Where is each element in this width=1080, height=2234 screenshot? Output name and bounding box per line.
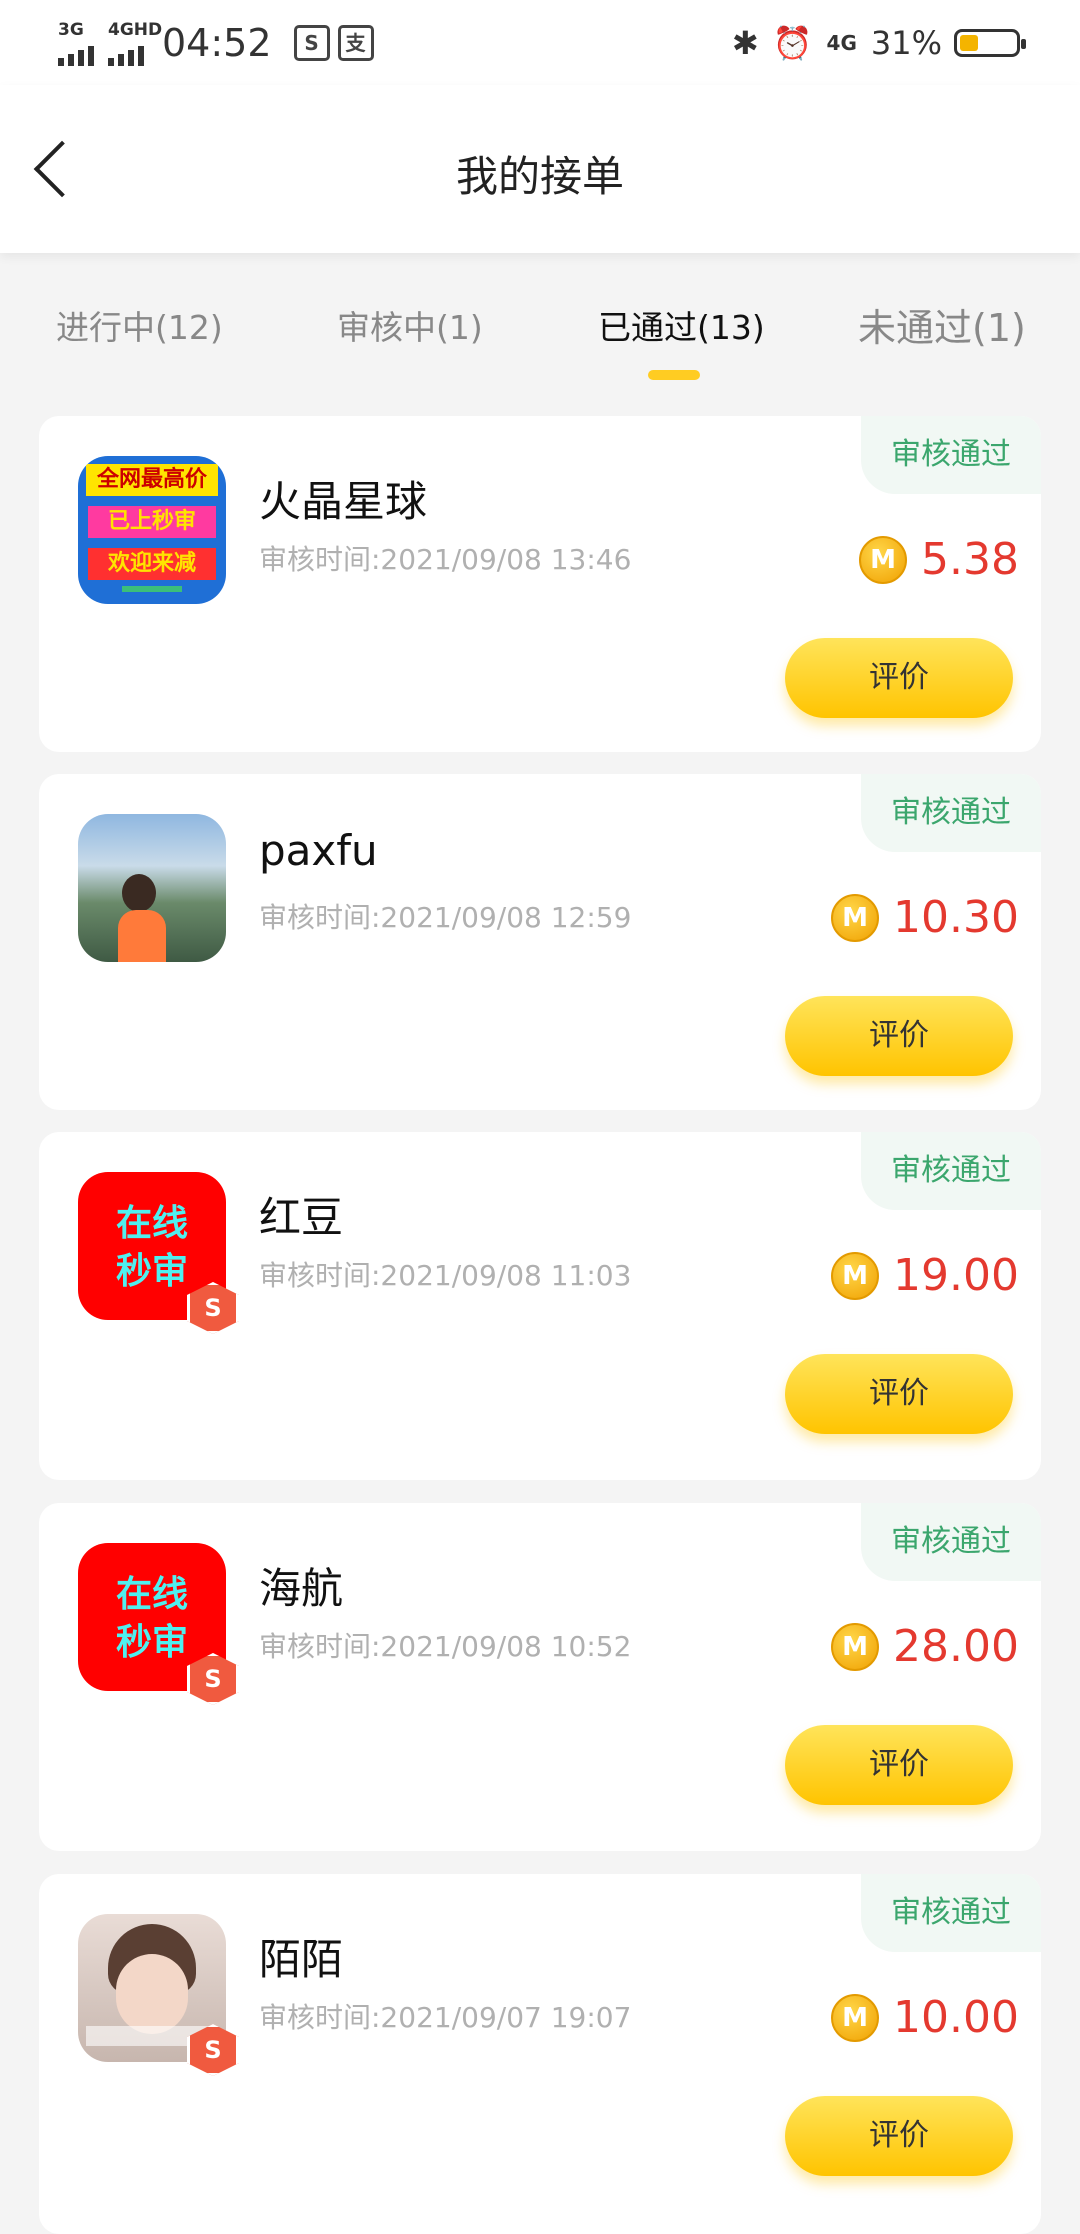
coin-icon: M: [831, 893, 880, 942]
reward-amount: 28.00: [893, 1621, 1019, 1672]
rate-button[interactable]: 评价: [785, 2096, 1013, 2176]
order-card[interactable]: 审核通过 paxfu 审核时间:2021/09/08 12:59 M 10.30…: [39, 774, 1041, 1110]
coin-icon: M: [831, 1251, 880, 1300]
alarm-icon: ⏰: [772, 23, 813, 62]
order-card[interactable]: 审核通过 在线 秒审 S 红豆 审核时间:2021/09/08 11:03 M …: [39, 1132, 1041, 1480]
tab-approved[interactable]: 已通过(13): [598, 301, 765, 349]
reward-amount: 10.30: [893, 892, 1019, 943]
page-title: 我的接单: [455, 152, 624, 201]
header: 我的接单: [0, 85, 1080, 253]
reward-amount: 19.00: [893, 1250, 1019, 1301]
status-left: 3G 4GHD 04:52 S 支: [58, 20, 374, 66]
order-name: 红豆: [259, 1193, 344, 1242]
thumb-text-1: 在线: [115, 1574, 188, 1615]
reward: M 28.00: [831, 1621, 1019, 1672]
reward: M 10.00: [831, 1992, 1019, 2043]
reward: M 10.30: [831, 892, 1019, 943]
status-badge: 审核通过: [861, 1874, 1041, 1952]
bluetooth-icon: ✱: [731, 23, 759, 62]
status-bar: 3G 4GHD 04:52 S 支 ✱ ⏰ 4G 31%: [0, 0, 1080, 85]
status-badge: 审核通过: [861, 774, 1041, 852]
order-card[interactable]: 审核通过 全网最高价 已上秒审 欢迎来减 火晶星球 审核时间:2021/09/0…: [39, 416, 1041, 752]
coin-icon: M: [831, 1622, 880, 1671]
order-card[interactable]: 审核通过 在线 秒审 S 海航 审核时间:2021/09/08 10:52 M …: [39, 1503, 1041, 1851]
shield-s-icon: S: [293, 24, 330, 61]
rate-button[interactable]: 评价: [785, 1354, 1013, 1434]
battery-icon: [954, 28, 1026, 57]
status-badge: 审核通过: [861, 1132, 1041, 1210]
net-label-2: 4GHD: [108, 19, 163, 40]
tab-bar: 进行中(12) 审核中(1) 已通过(13) 未通过(1): [0, 253, 1080, 413]
signal-icon: 3G: [58, 20, 94, 66]
rate-button[interactable]: 评价: [785, 638, 1013, 718]
order-name: 陌陌: [259, 1935, 344, 1984]
order-name: paxfu: [259, 826, 378, 875]
status-right: ✱ ⏰ 4G 31%: [718, 23, 1026, 62]
net-label-1: 3G: [58, 19, 84, 40]
review-time: 审核时间:2021/09/07 19:07: [259, 2001, 632, 2034]
review-time: 审核时间:2021/09/08 12:59: [259, 901, 632, 934]
rate-button[interactable]: 评价: [785, 1725, 1013, 1805]
app-thumbnail: 全网最高价 已上秒审 欢迎来减: [78, 456, 226, 604]
review-time: 审核时间:2021/09/08 11:03: [259, 1259, 632, 1292]
4g-icon: 4G: [826, 30, 857, 55]
status-badge: 审核通过: [861, 1503, 1041, 1581]
order-card[interactable]: 审核通过 S 陌陌 审核时间:2021/09/07 19:07 M 10.00 …: [39, 1874, 1041, 2234]
status-badge: 审核通过: [861, 416, 1041, 494]
thumb-text-2: 已上秒审: [88, 506, 216, 538]
coin-icon: M: [831, 1993, 880, 2042]
coin-icon: M: [859, 535, 908, 584]
signal-icon-2: 4GHD: [108, 20, 162, 66]
user-avatar: [78, 814, 226, 962]
order-name: 海航: [259, 1564, 344, 1613]
reward: M 19.00: [831, 1250, 1019, 1301]
reward-amount: 5.38: [921, 534, 1019, 585]
thumb-text-1: 在线: [115, 1203, 188, 1244]
review-time: 审核时间:2021/09/08 10:52: [259, 1630, 632, 1663]
thumb-text-1: 全网最高价: [86, 464, 218, 496]
tab-in-progress[interactable]: 进行中(12): [56, 301, 223, 349]
rate-button[interactable]: 评价: [785, 996, 1013, 1076]
thumb-text-3: 欢迎来减: [88, 548, 216, 580]
review-time: 审核时间:2021/09/08 13:46: [259, 543, 632, 576]
battery-percent: 31%: [870, 23, 942, 62]
tab-rejected[interactable]: 未通过(1): [858, 297, 1026, 352]
reward: M 5.38: [859, 534, 1019, 585]
tab-reviewing[interactable]: 审核中(1): [337, 301, 483, 349]
tab-indicator: [648, 370, 700, 380]
order-name: 火晶星球: [259, 477, 428, 526]
reward-amount: 10.00: [893, 1992, 1019, 2043]
thumb-text-2: 秒审: [115, 1622, 188, 1663]
status-time: 04:52: [162, 20, 272, 65]
thumb-text-2: 秒审: [115, 1251, 188, 1292]
pay-icon: 支: [337, 24, 374, 61]
